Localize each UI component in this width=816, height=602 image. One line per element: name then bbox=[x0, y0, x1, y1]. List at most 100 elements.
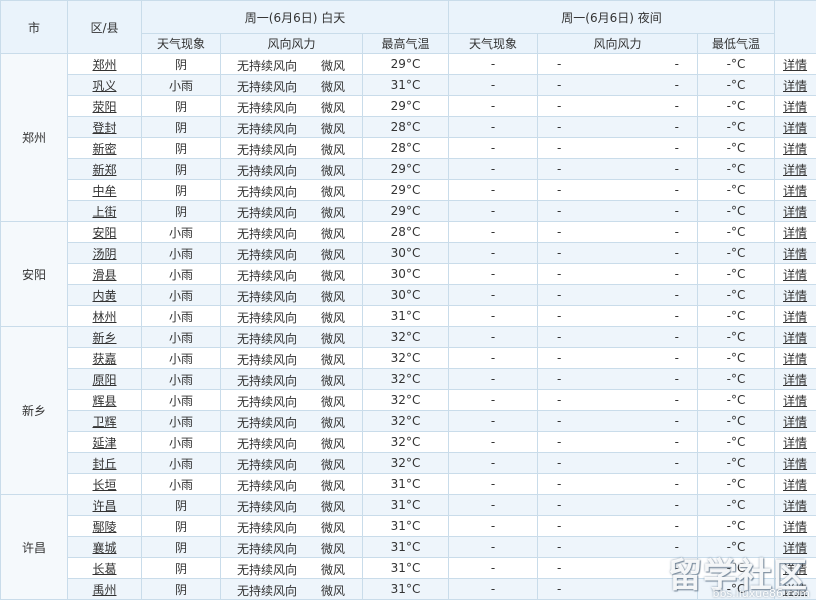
district-link[interactable]: 新密 bbox=[92, 142, 116, 156]
table-row: 辉县 小雨 无持续风向 微风 32°C - - - -°C 详情 bbox=[1, 389, 816, 411]
night-weather-cell: - bbox=[448, 578, 539, 600]
header-night-temp: 最低气温 bbox=[697, 33, 776, 54]
detail-link[interactable]: 详情 bbox=[783, 562, 807, 576]
district-link[interactable]: 汤阴 bbox=[92, 247, 116, 261]
table-row: 鄢陵阴无持续风向 微风 31°C - - - -°C 详情 bbox=[1, 515, 816, 537]
night-weather-cell: - bbox=[448, 305, 539, 327]
detail-link[interactable]: 详情 bbox=[783, 58, 807, 72]
district-link[interactable]: 襄城 bbox=[92, 541, 116, 555]
district-link[interactable]: 林州 bbox=[92, 310, 116, 324]
night-wind-power: - bbox=[674, 540, 680, 554]
night-weather-cell: - bbox=[448, 137, 539, 159]
district-link[interactable]: 中牟 bbox=[92, 184, 116, 198]
night-wind-cell: -- bbox=[537, 431, 699, 453]
district-link[interactable]: 新乡 bbox=[92, 331, 116, 345]
district-cell: 辉县 bbox=[67, 389, 142, 411]
detail-link[interactable]: 详情 bbox=[783, 499, 807, 513]
detail-link[interactable]: 详情 bbox=[783, 247, 807, 261]
night-weather-cell: - bbox=[448, 557, 539, 579]
district-link[interactable]: 许昌 bbox=[92, 499, 116, 513]
wind-power: 微风 bbox=[321, 269, 346, 283]
day-wind-cell: 无持续风向 微风 bbox=[220, 200, 363, 222]
district-link[interactable]: 获嘉 bbox=[92, 352, 116, 366]
district-link[interactable]: 新郑 bbox=[92, 163, 116, 177]
day-wind-cell: 无持续风向 微风 bbox=[220, 494, 363, 516]
day-temp-cell: 31°C bbox=[361, 305, 450, 327]
day-temp-cell: 29°C bbox=[361, 53, 450, 75]
day-weather-cell: 阴 bbox=[141, 578, 221, 600]
district-link[interactable]: 封丘 bbox=[92, 457, 116, 471]
district-cell: 郑州 bbox=[67, 53, 142, 75]
detail-link[interactable]: 详情 bbox=[783, 226, 807, 240]
district-link[interactable]: 内黄 bbox=[92, 289, 116, 303]
detail-link[interactable]: 详情 bbox=[783, 121, 807, 135]
wind-direction: 无持续风向 bbox=[237, 80, 298, 94]
district-link[interactable]: 禹州 bbox=[92, 583, 116, 597]
district-cell: 新乡 bbox=[67, 326, 142, 348]
detail-link[interactable]: 详情 bbox=[783, 373, 807, 387]
detail-link[interactable]: 详情 bbox=[783, 205, 807, 219]
wind-power: 微风 bbox=[321, 290, 346, 304]
night-temp-cell: -°C bbox=[697, 515, 776, 537]
detail-link[interactable]: 详情 bbox=[783, 331, 807, 345]
district-link[interactable]: 郑州 bbox=[92, 58, 116, 72]
table-row: 中牟阴无持续风向 微风 29°C - - - -°C 详情 bbox=[1, 179, 816, 201]
detail-link[interactable]: 详情 bbox=[783, 352, 807, 366]
district-link[interactable]: 荥阳 bbox=[92, 100, 116, 114]
day-weather-cell: 阴 bbox=[141, 95, 221, 117]
district-link[interactable]: 安阳 bbox=[92, 226, 116, 240]
district-link[interactable]: 延津 bbox=[92, 436, 116, 450]
header-detail bbox=[774, 0, 816, 54]
night-wind-power: - bbox=[674, 183, 680, 197]
detail-link[interactable]: 详情 bbox=[783, 310, 807, 324]
detail-link[interactable]: 详情 bbox=[783, 520, 807, 534]
district-link[interactable]: 长垣 bbox=[92, 478, 116, 492]
district-link[interactable]: 滑县 bbox=[92, 268, 116, 282]
day-weather-cell: 阴 bbox=[141, 53, 221, 75]
detail-link[interactable]: 详情 bbox=[783, 457, 807, 471]
detail-link[interactable]: 详情 bbox=[783, 163, 807, 177]
night-temp-cell: -°C bbox=[697, 74, 776, 96]
district-link[interactable]: 原阳 bbox=[92, 373, 116, 387]
day-temp-cell: 30°C bbox=[361, 263, 450, 285]
day-wind-cell: 无持续风向 微风 bbox=[220, 452, 363, 474]
day-wind-cell: 无持续风向 微风 bbox=[220, 326, 363, 348]
detail-link[interactable]: 详情 bbox=[783, 394, 807, 408]
wind-direction: 无持续风向 bbox=[237, 353, 298, 367]
district-cell: 新郑 bbox=[67, 158, 142, 180]
detail-link[interactable]: 详情 bbox=[783, 100, 807, 114]
wind-direction: 无持续风向 bbox=[237, 584, 298, 598]
day-wind-cell: 无持续风向 微风 bbox=[220, 347, 363, 369]
detail-link[interactable]: 详情 bbox=[783, 478, 807, 492]
detail-link[interactable]: 详情 bbox=[783, 184, 807, 198]
district-link[interactable]: 巩义 bbox=[92, 79, 116, 93]
night-wind-cell: -- bbox=[537, 557, 699, 579]
night-weather-cell: - bbox=[448, 368, 539, 390]
header-night-wind: 风向风力 bbox=[537, 33, 699, 54]
day-temp-cell: 31°C bbox=[361, 515, 450, 537]
night-temp-cell: -°C bbox=[697, 557, 776, 579]
detail-link[interactable]: 详情 bbox=[783, 142, 807, 156]
detail-link[interactable]: 详情 bbox=[783, 289, 807, 303]
district-link[interactable]: 登封 bbox=[92, 121, 116, 135]
district-link[interactable]: 辉县 bbox=[92, 394, 116, 408]
table-row: 郑州 郑州阴无持续风向 微风 29°C - - - -°C 详情 bbox=[0, 53, 816, 222]
detail-link[interactable]: 详情 bbox=[783, 268, 807, 282]
day-temp-cell: 32°C bbox=[361, 347, 450, 369]
detail-link[interactable]: 详情 bbox=[783, 541, 807, 555]
district-link[interactable]: 鄢陵 bbox=[92, 520, 116, 534]
day-temp-cell: 32°C bbox=[361, 326, 450, 348]
detail-link[interactable]: 详情 bbox=[783, 79, 807, 93]
district-link[interactable]: 长葛 bbox=[92, 562, 116, 576]
district-link[interactable]: 上街 bbox=[92, 205, 116, 219]
detail-link[interactable]: 详情 bbox=[783, 583, 807, 597]
detail-link[interactable]: 详情 bbox=[783, 415, 807, 429]
wind-power: 微风 bbox=[321, 521, 346, 535]
district-link[interactable]: 卫辉 bbox=[92, 415, 116, 429]
detail-link[interactable]: 详情 bbox=[783, 436, 807, 450]
night-weather-cell: - bbox=[448, 347, 539, 369]
night-temp-cell: -°C bbox=[697, 389, 776, 411]
day-weather-cell: 小雨 bbox=[141, 221, 221, 243]
detail-cell: 详情 bbox=[774, 137, 816, 159]
day-temp-cell: 29°C bbox=[361, 179, 450, 201]
